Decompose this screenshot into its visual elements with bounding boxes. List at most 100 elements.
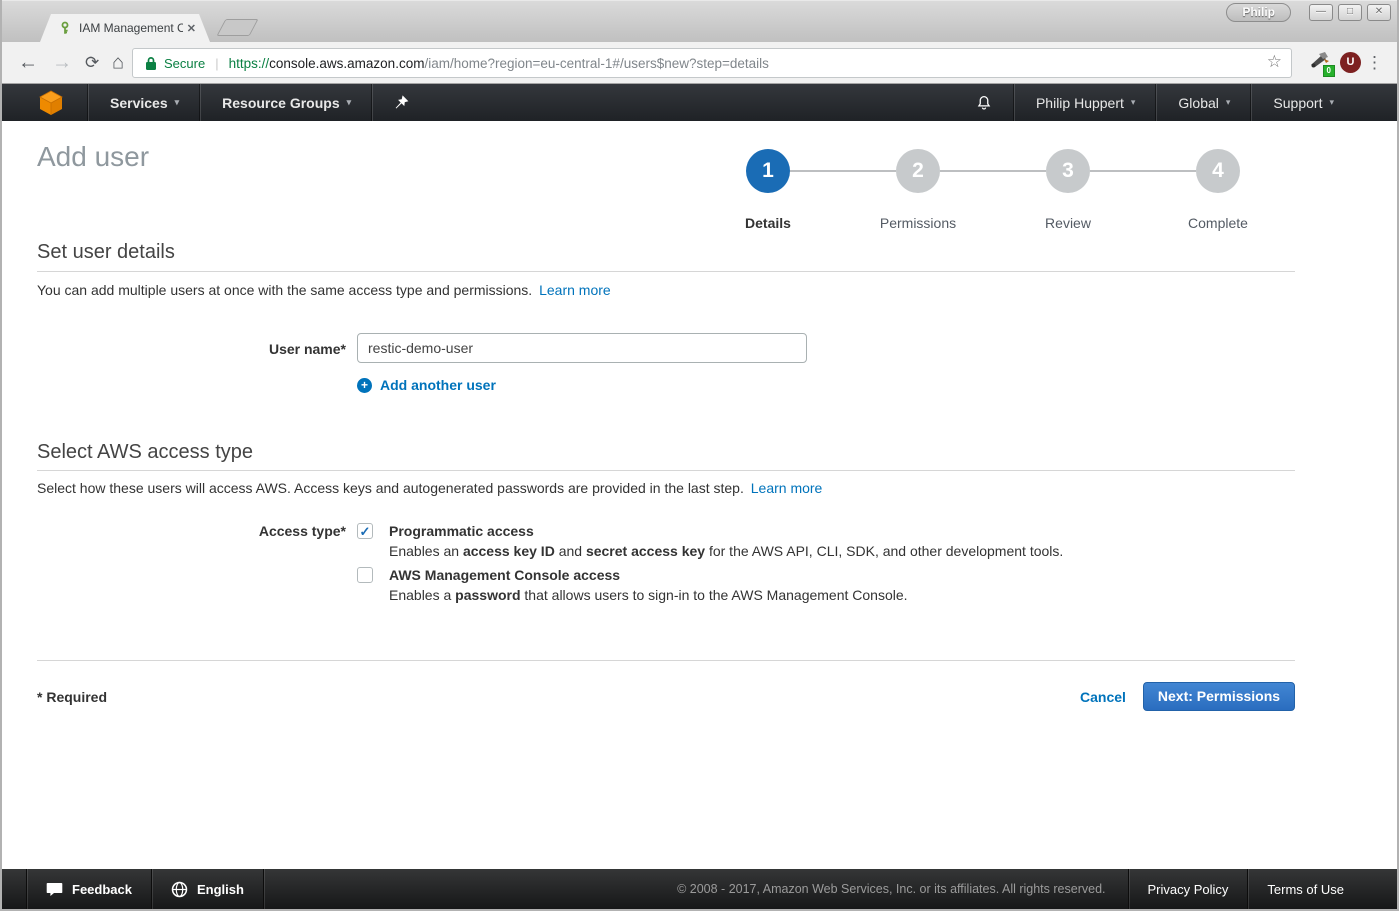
minimize-button[interactable]: — [1309,4,1333,21]
footer-divider [263,869,264,909]
intro-text: Select how these users will access AWS. … [37,480,744,496]
chevron-down-icon: ▾ [1226,97,1231,108]
globe-icon [171,881,188,898]
chevron-down-icon: ▾ [175,97,180,108]
username-label: User name* [37,341,346,357]
privacy-policy-link[interactable]: Privacy Policy [1129,869,1248,909]
step-label: Details [693,215,843,231]
desc-text: Enables an [389,543,463,559]
close-button[interactable]: ✕ [1367,4,1391,21]
bookmark-star-icon[interactable]: ☆ [1267,52,1282,72]
nav-region-label: Global [1178,95,1218,111]
aws-navbar: Services ▾ Resource Groups ▾ Philip Hupp… [2,84,1397,121]
learn-more-link[interactable]: Learn more [751,480,823,496]
desc-text: and [555,543,586,559]
desc-bold: secret access key [586,543,705,559]
learn-more-link[interactable]: Learn more [539,282,611,298]
nav-region-menu[interactable]: Global ▾ [1157,84,1251,121]
url-separator: | [215,56,218,71]
maximize-button[interactable]: □ [1338,4,1362,21]
new-tab-button[interactable] [216,19,258,36]
url-text[interactable]: https://console.aws.amazon.com/iam/home?… [229,56,769,71]
next-permissions-button[interactable]: Next: Permissions [1143,682,1295,711]
forward-icon: → [52,51,72,74]
required-note: * Required [37,689,107,705]
add-another-user-link[interactable]: + Add another user [357,377,496,393]
nav-resource-groups-label: Resource Groups [222,95,339,111]
browser-toolbar: ← → ⟳ ⌂ Secure | https://console.aws.ama… [2,42,1397,84]
username-input[interactable] [357,333,807,363]
secure-label: Secure [164,56,205,71]
tab-title: IAM Management Co [79,21,183,35]
browser-window: Philip — □ ✕ IAM Management Co ✕ ← → ⟳ ⌂… [0,0,1399,911]
key-favicon-icon [58,21,72,35]
option-description: Enables an access key ID and secret acce… [389,541,1063,561]
nav-pin-button[interactable] [373,84,430,121]
access-type-options: ✓ Programmatic access Enables an access … [357,521,1137,609]
nav-services[interactable]: Services ▾ [89,84,200,121]
desc-text: for the AWS API, CLI, SDK, and other dev… [705,543,1063,559]
option-label: AWS Management Console access [389,565,908,585]
desc-bold: password [455,587,520,603]
minimize-icon: — [1316,6,1326,17]
step-complete: 4 Complete [1143,149,1293,231]
copyright-text: © 2008 - 2017, Amazon Web Services, Inc.… [655,882,1127,896]
feedback-label: Feedback [72,882,132,897]
divider [37,271,1295,272]
terms-of-use-link[interactable]: Terms of Use [1248,869,1363,909]
step-circle: 4 [1196,149,1240,193]
close-icon: ✕ [1375,6,1383,17]
intro-text: You can add multiple users at once with … [37,282,532,298]
aws-footer: Feedback English © 2008 - 2017, Amazon W… [2,869,1397,909]
step-circle: 3 [1046,149,1090,193]
window-title: Philip [1226,3,1291,22]
speech-bubble-icon [46,882,63,897]
desc-text: Enables a [389,587,455,603]
pushpin-icon [394,95,409,110]
extension-ublock-button[interactable]: U [1340,52,1361,73]
cancel-button[interactable]: Cancel [1080,689,1126,705]
feedback-button[interactable]: Feedback [27,869,151,909]
page-title: Add user [37,141,149,173]
desc-text: that allows users to sign-in to the AWS … [521,587,908,603]
language-button[interactable]: English [152,869,263,909]
extension-wasp-button[interactable]: 0 [1309,51,1333,75]
chevron-down-icon: ▾ [1131,97,1136,108]
step-label: Review [993,215,1143,231]
home-icon[interactable]: ⌂ [112,51,124,74]
plus-icon: + [357,378,372,393]
reload-icon[interactable]: ⟳ [85,53,99,73]
secure-lock-icon [145,56,157,71]
checkmark-icon: ✓ [358,524,372,539]
section-heading-user-details: Set user details [37,241,175,264]
aws-cube-icon [38,89,64,116]
user-details-intro: You can add multiple users at once with … [37,282,611,298]
tab-close-icon[interactable]: ✕ [187,22,196,35]
nav-resource-groups[interactable]: Resource Groups ▾ [201,84,372,121]
option-programmatic-access: ✓ Programmatic access Enables an access … [357,521,1137,563]
back-icon[interactable]: ← [18,51,38,74]
aws-logo[interactable] [2,89,88,116]
programmatic-access-checkbox[interactable]: ✓ [357,523,373,539]
step-label: Complete [1143,215,1293,231]
console-access-checkbox[interactable] [357,567,373,583]
nav-support-menu[interactable]: Support ▾ [1252,84,1355,121]
step-label: Permissions [843,215,993,231]
add-another-user-label: Add another user [380,377,496,393]
step-details: 1 Details [693,149,843,231]
browser-tab[interactable]: IAM Management Co ✕ [40,14,210,42]
step-circle: 2 [896,149,940,193]
step-circle: 1 [746,149,790,193]
nav-notifications-button[interactable] [954,84,1014,121]
divider [37,470,1295,471]
divider [37,660,1295,661]
step-review: 3 Review [993,149,1143,231]
maximize-icon: □ [1347,6,1353,17]
language-label: English [197,882,244,897]
extension-badge: 0 [1323,65,1335,77]
nav-user-menu[interactable]: Philip Huppert ▾ [1015,84,1156,121]
nav-support-label: Support [1273,95,1322,111]
browser-menu-icon[interactable]: ⋮ [1366,53,1383,73]
bell-icon [975,94,993,112]
address-bar[interactable]: Secure | https://console.aws.amazon.com/… [132,48,1292,78]
